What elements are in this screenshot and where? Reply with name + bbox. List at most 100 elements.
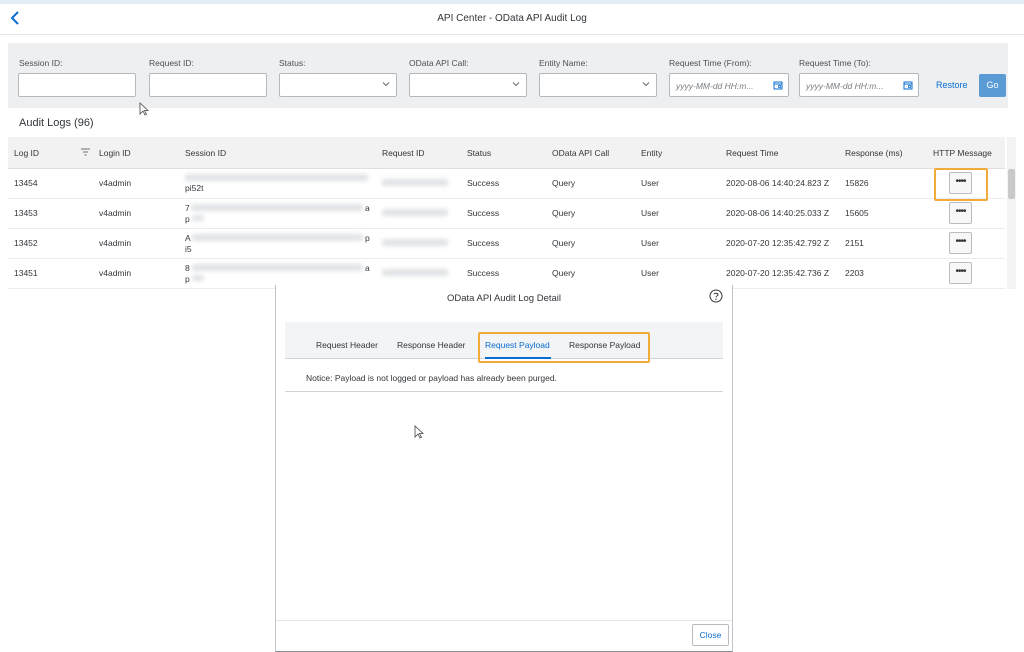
filter-icon[interactable]: [81, 148, 90, 156]
redacted-session: [192, 215, 204, 221]
restore-button[interactable]: Restore: [936, 80, 968, 90]
table-header: Log ID Login ID Session ID Request ID St…: [8, 137, 1005, 169]
app-header: API Center - OData API Audit Log: [0, 4, 1024, 35]
cell-call: Query: [552, 208, 576, 218]
cell-session-prefix: 8: [185, 263, 190, 273]
col-log-id[interactable]: Log ID: [14, 148, 39, 158]
col-request-time[interactable]: Request Time: [726, 148, 778, 158]
time-to-input[interactable]: yyyy-MM-dd HH:m...: [799, 73, 919, 97]
redacted-session: [192, 234, 363, 241]
status-label: Status:: [279, 58, 306, 68]
chevron-down-icon: [512, 82, 520, 87]
cell-call: Query: [552, 238, 576, 248]
cell-session-prefix: 7: [185, 203, 190, 213]
time-from-label: Request Time (From):: [669, 58, 752, 68]
redacted-request-id: [382, 179, 448, 186]
time-to-label: Request Time (To):: [799, 58, 871, 68]
http-message-button[interactable]: ••••: [949, 202, 972, 224]
mouse-cursor-icon: [139, 102, 149, 116]
redacted-request-id: [382, 269, 448, 276]
cell-session-prefix: A: [185, 233, 191, 243]
cell-status: Success: [467, 178, 500, 188]
cell-log-id: 13451: [14, 268, 38, 278]
col-entity[interactable]: Entity: [641, 148, 662, 158]
cell-login-id: v4admin: [99, 268, 132, 278]
request-id-label: Request ID:: [149, 58, 194, 68]
request-id-input[interactable]: [149, 73, 267, 97]
time-from-input[interactable]: yyyy-MM-dd HH:m...: [669, 73, 789, 97]
cell-session-line2: p: [185, 214, 190, 224]
table-row[interactable]: 13454 v4admin pi52t Success Query User 2…: [8, 168, 1005, 199]
cell-status: Success: [467, 268, 500, 278]
cell-entity: User: [641, 208, 659, 218]
col-session-id[interactable]: Session ID: [185, 148, 226, 158]
col-status[interactable]: Status: [467, 148, 491, 158]
cell-response: 2151: [845, 238, 864, 248]
cell-time: 2020-08-06 14:40:24.823 Z: [726, 178, 830, 188]
cell-entity: User: [641, 238, 659, 248]
cell-call: Query: [552, 268, 576, 278]
col-request-id[interactable]: Request ID: [382, 148, 425, 158]
http-message-button[interactable]: ••••: [949, 262, 972, 284]
redacted-session: [191, 204, 363, 211]
page-title: API Center - OData API Audit Log: [437, 13, 587, 24]
cell-entity: User: [641, 178, 659, 188]
col-response[interactable]: Response (ms): [845, 148, 903, 158]
cell-session-line2: p: [185, 274, 190, 284]
scroll-thumb[interactable]: [1008, 169, 1015, 199]
session-id-input[interactable]: [18, 73, 136, 97]
odata-call-select[interactable]: [409, 73, 527, 97]
calendar-icon[interactable]: [903, 80, 913, 90]
mouse-cursor-icon: [414, 425, 424, 439]
cell-response: 15605: [845, 208, 869, 218]
redacted-session: [192, 264, 363, 271]
highlight-box-http-message: [934, 168, 988, 201]
audit-logs-title: Audit Logs (96): [19, 117, 94, 129]
table-scrollbar[interactable]: [1007, 137, 1016, 289]
cell-session-char: a: [365, 263, 370, 273]
audit-log-detail-dialog: OData API Audit Log Detail Request Heade…: [275, 285, 733, 652]
entity-name-label: Entity Name:: [539, 58, 588, 68]
cell-session-id: pi52t: [185, 183, 204, 193]
status-select[interactable]: [279, 73, 397, 97]
cell-call: Query: [552, 178, 576, 188]
chevron-down-icon: [642, 82, 650, 87]
redacted-session: [192, 275, 204, 281]
cell-time: 2020-07-20 12:35:42.736 Z: [726, 268, 830, 278]
chevron-down-icon: [382, 82, 390, 87]
tab-request-header[interactable]: Request Header: [316, 340, 378, 350]
time-to-placeholder: yyyy-MM-dd HH:m...: [806, 81, 884, 91]
http-message-button[interactable]: ••••: [949, 232, 972, 254]
divider: [285, 391, 723, 392]
odata-call-label: OData API Call:: [409, 58, 469, 68]
cell-login-id: v4admin: [99, 208, 132, 218]
dialog-title: OData API Audit Log Detail: [446, 293, 562, 304]
cell-session-char: a: [365, 203, 370, 213]
cell-status: Success: [467, 238, 500, 248]
cell-log-id: 13453: [14, 208, 38, 218]
calendar-icon[interactable]: [773, 80, 783, 90]
table-row[interactable]: 13452 v4admin A p i5 Success Query User …: [8, 228, 1005, 259]
col-login-id[interactable]: Login ID: [99, 148, 131, 158]
payload-notice: Notice: Payload is not logged or payload…: [306, 373, 557, 383]
help-icon[interactable]: [709, 289, 723, 303]
table-row[interactable]: 13453 v4admin 7 a p Success Query User 2…: [8, 198, 1005, 229]
redacted-session: [185, 174, 368, 181]
tab-response-header[interactable]: Response Header: [397, 340, 466, 350]
cell-session-char: p: [365, 233, 370, 243]
time-from-placeholder: yyyy-MM-dd HH:m...: [676, 81, 754, 91]
cell-log-id: 13454: [14, 178, 38, 188]
go-button[interactable]: Go: [979, 74, 1006, 97]
session-id-label: Session ID:: [19, 58, 63, 68]
audit-log-table: Log ID Login ID Session ID Request ID St…: [8, 137, 1005, 289]
close-button[interactable]: Close: [692, 624, 729, 646]
cell-response: 2203: [845, 268, 864, 278]
cell-entity: User: [641, 268, 659, 278]
col-odata-call[interactable]: OData API Call: [552, 148, 609, 158]
redacted-request-id: [382, 239, 448, 246]
entity-name-select[interactable]: [539, 73, 657, 97]
cell-login-id: v4admin: [99, 178, 132, 188]
col-http-message[interactable]: HTTP Message: [933, 148, 992, 158]
cell-log-id: 13452: [14, 238, 38, 248]
cell-login-id: v4admin: [99, 238, 132, 248]
